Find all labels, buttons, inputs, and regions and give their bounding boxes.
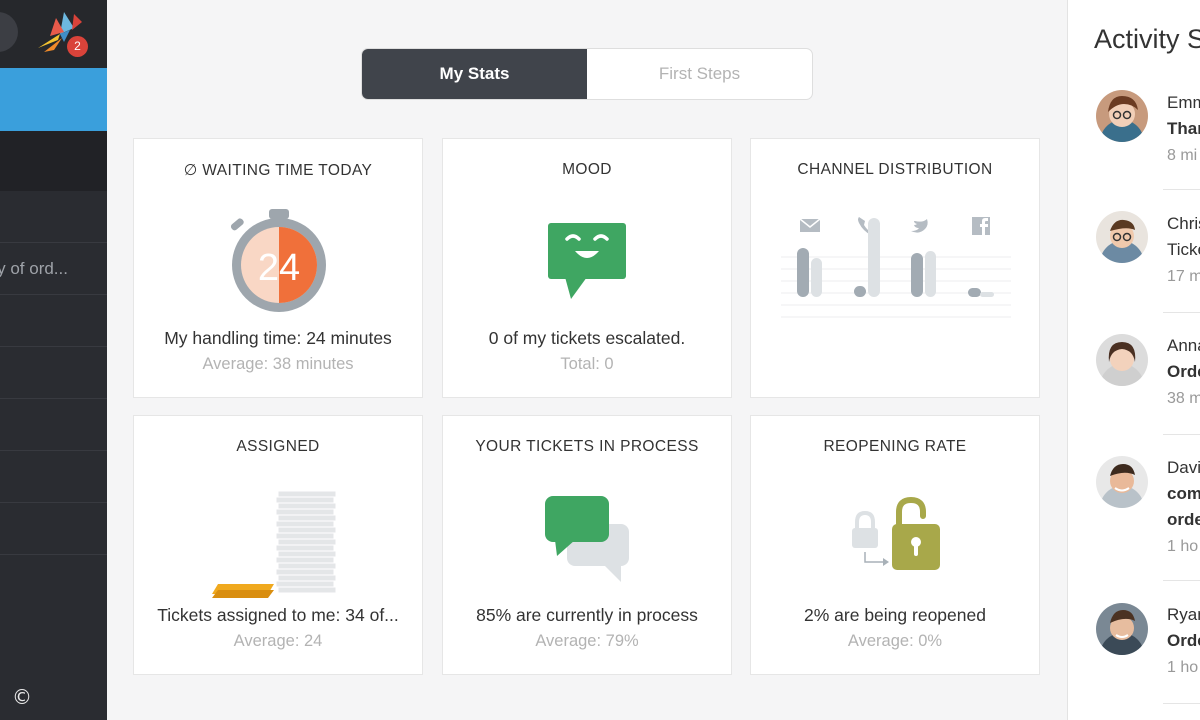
- tab-first-steps[interactable]: First Steps: [587, 49, 812, 99]
- chart-bar-twitter-light: [925, 251, 936, 297]
- sidebar-section: [0, 131, 107, 191]
- notification-badge[interactable]: 2: [67, 36, 88, 57]
- card-main-text: 0 of my tickets escalated.: [488, 328, 686, 348]
- chart-bar-email-light: [811, 258, 822, 297]
- card-sub-text: Total: 0: [560, 355, 614, 373]
- stopwatch-icon: 24: [230, 209, 326, 312]
- all-tickets-stack: [275, 490, 337, 594]
- ticket-stack-icon: [212, 490, 337, 598]
- mood-card: MOOD 0 of my tickets escalated. Total: 0: [442, 138, 732, 398]
- my-tickets-stack: [212, 584, 274, 598]
- smiley-chat-icon: [548, 223, 626, 299]
- sidebar: 2 ery of ord... . ©: [0, 0, 107, 720]
- activity-time: 1 ho: [1167, 538, 1199, 555]
- twitter-icon: [911, 219, 928, 233]
- avatar[interactable]: [1096, 334, 1148, 386]
- activity-entry[interactable]: Ryan Orde 1 ho: [1068, 600, 1200, 720]
- card-sub-text: Average: 38 minutes: [202, 355, 354, 373]
- sidebar-ticket-item[interactable]: [0, 451, 107, 503]
- search-toggle[interactable]: [0, 12, 18, 52]
- waiting-time-card: ∅ WAITING TIME TODAY 24 My handling time…: [133, 138, 423, 398]
- sidebar-item-dashboard[interactable]: [0, 68, 107, 131]
- activity-user: Emm: [1167, 93, 1200, 112]
- card-title: ASSIGNED: [236, 438, 320, 455]
- activity-user: Anna: [1167, 336, 1200, 355]
- card-title: MOOD: [562, 161, 612, 178]
- activity-stream-panel: Activity S Emm Thar 8 mi Chris Ticke 17 …: [1067, 0, 1200, 720]
- sidebar-ticket-item[interactable]: [0, 503, 107, 555]
- activity-entry[interactable]: Emm Thar 8 mi: [1068, 88, 1200, 210]
- activity-divider: [1163, 434, 1200, 435]
- card-main-text: Tickets assigned to me: 34 of...: [157, 605, 399, 625]
- activity-entry[interactable]: Chris Ticke 17 m: [1068, 209, 1200, 331]
- card-sub-text: Average: 0%: [847, 632, 943, 650]
- activity-user: Ryan: [1167, 605, 1200, 624]
- activity-user: Davi: [1167, 458, 1200, 477]
- avatar[interactable]: [1096, 211, 1148, 263]
- activity-divider: [1163, 312, 1200, 313]
- channel-chart: [781, 217, 1011, 318]
- sidebar-ticket-label: ery of ord...: [0, 259, 68, 278]
- stopwatch-value: 24: [258, 247, 300, 289]
- card-main-text: My handling time: 24 minutes: [164, 328, 392, 348]
- activity-user: Chris: [1167, 214, 1200, 233]
- card-main-text: 85% are currently in process: [476, 605, 698, 625]
- sidebar-ticket-item[interactable]: ery of ord...: [0, 243, 107, 295]
- chart-bar-email-dark: [797, 248, 809, 297]
- facebook-icon: [972, 217, 990, 235]
- activity-time: 8 mi: [1167, 147, 1198, 164]
- activity-object[interactable]: Orde: [1167, 631, 1200, 651]
- reopening-rate-card: REOPENING RATE 2% are being reopened Ave…: [750, 415, 1040, 675]
- sidebar-ticket-item[interactable]: .: [0, 347, 107, 399]
- card-title: ∅ WAITING TIME TODAY: [183, 162, 373, 179]
- activity-object-cont[interactable]: orde: [1167, 510, 1200, 530]
- sidebar-ticket-list: ery of ord... .: [0, 191, 107, 555]
- stats-tabs: My Stats First Steps: [361, 48, 813, 100]
- chart-bar-phone-light: [868, 218, 880, 297]
- closed-lock-small: [852, 510, 878, 548]
- avatar[interactable]: [1096, 456, 1148, 508]
- chart-bar-phone-dark: [854, 286, 866, 297]
- tickets-in-process-card: YOUR TICKETS IN PROCESS 85% are currentl…: [442, 415, 732, 675]
- activity-object[interactable]: com: [1167, 484, 1200, 504]
- chart-bar-facebook-light: [980, 292, 994, 297]
- open-lock-large: [892, 496, 940, 570]
- activity-entry[interactable]: Davi com orde 1 ho: [1068, 453, 1200, 598]
- tab-my-stats[interactable]: My Stats: [362, 49, 587, 99]
- card-sub-text: Average: 79%: [535, 632, 639, 650]
- activity-stream-title: Activity S: [1094, 24, 1200, 54]
- activity-divider: [1163, 580, 1200, 581]
- channel-distribution-card: CHANNEL DISTRIBUTION: [750, 138, 1040, 398]
- sidebar-ticket-item[interactable]: [0, 191, 107, 243]
- activity-object[interactable]: Ticke: [1167, 240, 1200, 260]
- unlock-icon: [852, 496, 940, 570]
- activity-divider: [1163, 703, 1200, 704]
- assigned-card: ASSIGNED Tickets assigned to me: 34 of..…: [133, 415, 423, 675]
- avatar[interactable]: [1096, 90, 1148, 142]
- avatar[interactable]: [1096, 603, 1148, 655]
- card-title: YOUR TICKETS IN PROCESS: [475, 438, 699, 455]
- chat-bubbles-icon: [545, 496, 629, 582]
- copyright-icon[interactable]: ©: [11, 686, 33, 708]
- sidebar-header: 2: [0, 0, 107, 68]
- sidebar-ticket-item[interactable]: [0, 399, 107, 451]
- card-title: REOPENING RATE: [823, 438, 967, 455]
- chart-bar-twitter-dark: [911, 253, 923, 297]
- card-sub-text: Average: 24: [233, 632, 323, 650]
- chart-bar-facebook-dark: [968, 288, 981, 297]
- activity-object[interactable]: Thar: [1167, 119, 1200, 139]
- card-title: CHANNEL DISTRIBUTION: [797, 161, 993, 178]
- activity-entry[interactable]: Anna Orde 38 m: [1068, 331, 1200, 453]
- activity-object[interactable]: Orde: [1167, 362, 1200, 382]
- activity-divider: [1163, 189, 1200, 190]
- sidebar-ticket-label: .: [0, 347, 107, 398]
- card-main-text: 2% are being reopened: [804, 605, 986, 625]
- activity-time: 1 ho: [1167, 659, 1199, 676]
- activity-time: 17 m: [1167, 268, 1200, 285]
- sidebar-ticket-item[interactable]: [0, 295, 107, 347]
- email-icon: [799, 218, 821, 232]
- activity-time: 38 m: [1167, 390, 1200, 407]
